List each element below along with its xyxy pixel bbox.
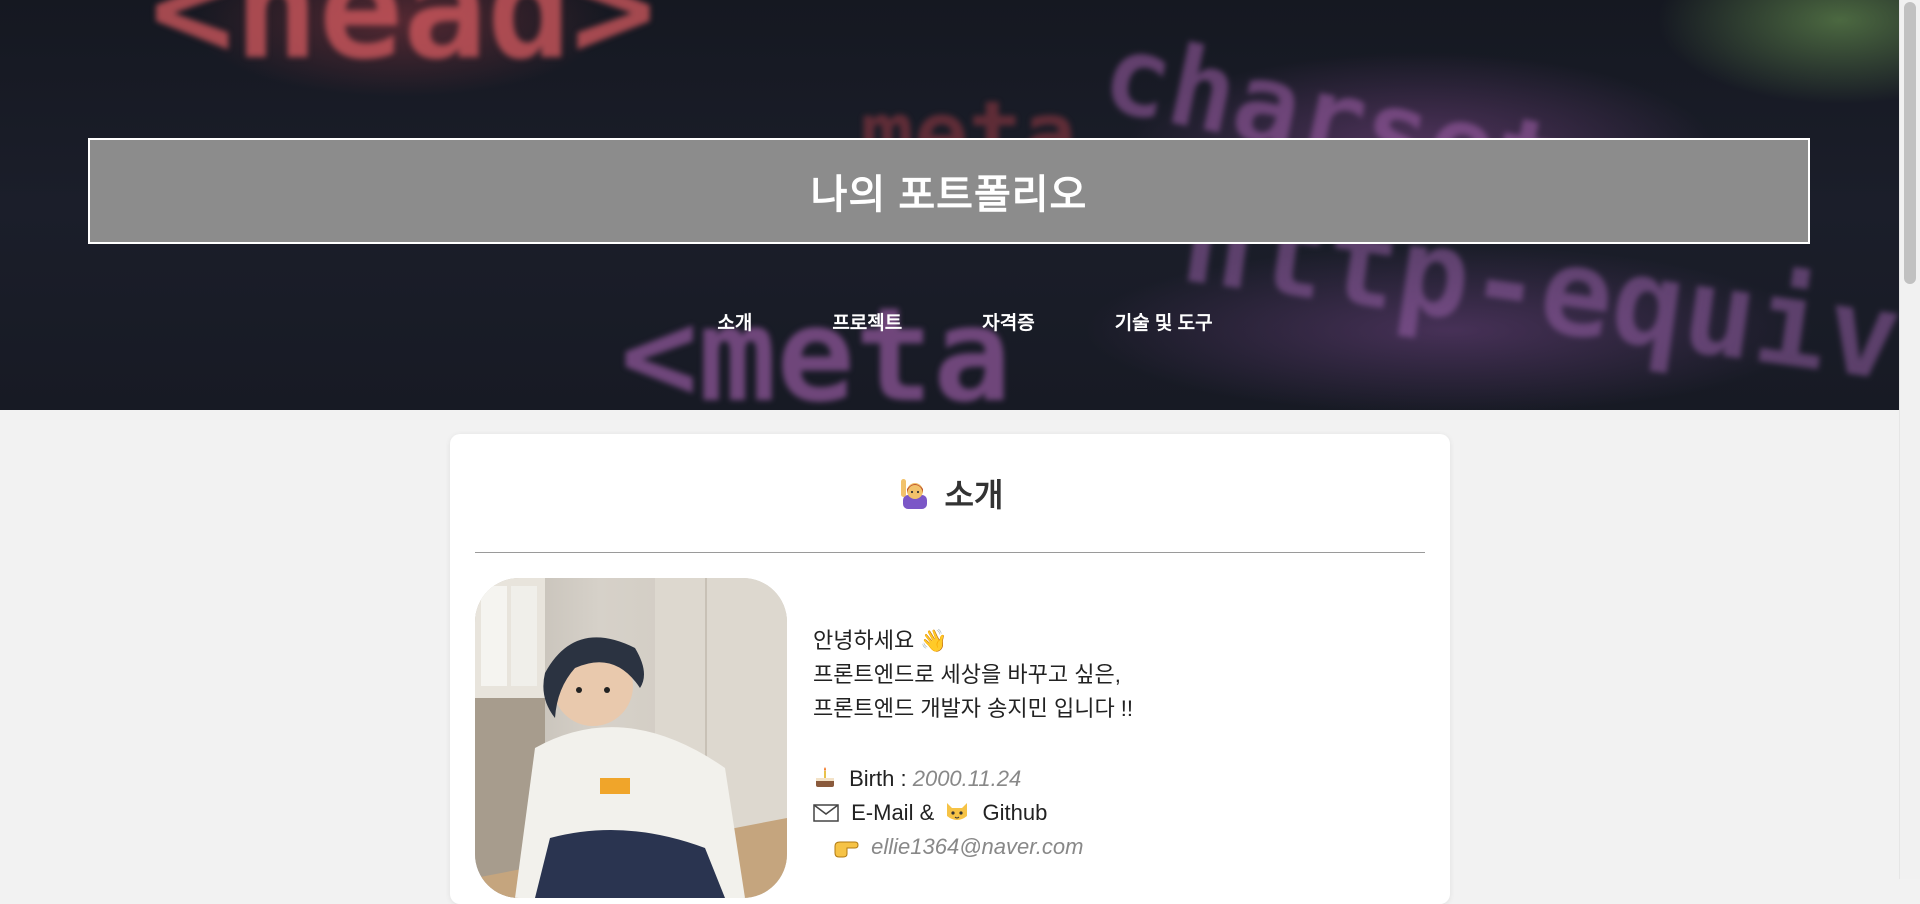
email-label: E-Mail & [851, 800, 935, 825]
pointing-hand-icon [834, 841, 859, 858]
birth-value: 2000.11.24 [912, 766, 1022, 791]
profile-photo [475, 578, 787, 898]
contact-row: E-Mail & Github [813, 796, 1133, 830]
scrollbar-thumb[interactable] [1904, 2, 1916, 284]
cake-icon [816, 767, 834, 787]
intro-bio: 안녕하세요 👋 프론트엔드로 세상을 바꾸고 싶은, 프론트엔드 개발자 송지민… [813, 624, 1133, 864]
title-box: 나의 포트폴리오 [88, 138, 1810, 244]
nav-item-skills-tools[interactable]: 기술 및 도구 [1115, 308, 1213, 335]
birth-row: Birth : 2000.11.24 [813, 762, 1133, 796]
hero-banner: <head> charset= <meta http-equiv meta 나의… [0, 0, 1900, 410]
greeting-text: 안녕하세요 👋 [813, 628, 948, 653]
code-background-word: <head> [150, 0, 656, 91]
birth-label: Birth : [849, 766, 907, 791]
vertical-scrollbar[interactable] [1899, 0, 1920, 879]
email-row: ellie1364@naver.com [813, 830, 1133, 864]
intro-card: 소개 안녕하세요 👋 프론트엔드로 세상을 바꾸고 싶은, 프론트엔드 개발자 … [450, 434, 1450, 904]
cat-icon [947, 803, 968, 820]
nav-item-projects[interactable]: 프로젝트 [832, 308, 902, 335]
intro-line: 프론트엔드 개발자 송지민 입니다 !! [813, 696, 1134, 721]
github-label: Github [982, 800, 1048, 825]
envelope-icon [813, 804, 839, 822]
intro-header: 소개 [475, 434, 1425, 553]
person-raising-hand-icon [900, 479, 927, 509]
intro-line: 프론트엔드로 세상을 바꾸고 싶은, [813, 662, 1121, 687]
nav-item-certificates[interactable]: 자격증 [982, 308, 1034, 335]
email-link[interactable]: ellie1364@naver.com [871, 834, 1083, 859]
nav-item-intro[interactable]: 소개 [717, 308, 752, 335]
main-nav: 소개 프로젝트 자격증 기술 및 도구 [0, 308, 1900, 335]
page-title: 나의 포트폴리오 [810, 173, 1088, 217]
section-title: 소개 [944, 477, 1004, 513]
